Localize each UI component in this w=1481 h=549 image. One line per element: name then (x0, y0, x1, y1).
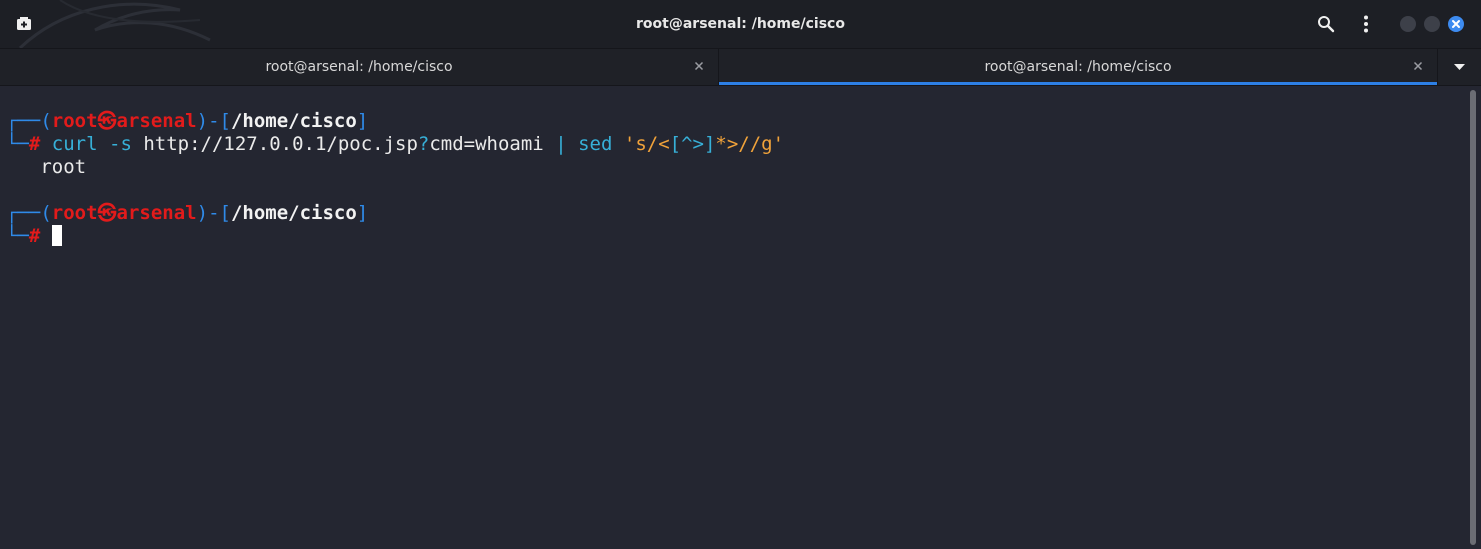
prompt-line-2: ┌──(root㉿arsenal)-[/home/cisco] (6, 202, 369, 224)
search-icon[interactable] (1316, 14, 1336, 34)
tab-close-icon[interactable] (692, 59, 706, 73)
kali-dragon-logo (18, 0, 211, 48)
command-line: └─# curl -s http://127.0.0.1/poc.jsp?cmd… (6, 133, 785, 155)
title-bar[interactable]: root@arsenal: /home/cisco (0, 0, 1481, 49)
command-output: root (40, 156, 87, 178)
scrollbar[interactable] (1466, 86, 1481, 549)
tab-close-icon[interactable] (1411, 59, 1425, 73)
text-cursor (51, 225, 62, 246)
input-line[interactable]: └─# (6, 225, 62, 248)
terminal-output[interactable]: ┌──(root㉿arsenal)-[/home/cisco] └─# curl… (0, 86, 1466, 549)
tab-1[interactable]: root@arsenal: /home/cisco (0, 49, 719, 85)
chevron-down-icon[interactable] (1438, 49, 1481, 85)
active-tab-indicator (719, 82, 1437, 85)
scrollbar-thumb[interactable] (1470, 90, 1476, 545)
tab-bar: root@arsenal: /home/cisco root@arsenal: … (0, 49, 1481, 86)
prompt-line-1: ┌──(root㉿arsenal)-[/home/cisco] (6, 110, 369, 132)
tab-2-active[interactable]: root@arsenal: /home/cisco (719, 49, 1438, 85)
kebab-menu-icon[interactable] (1356, 14, 1376, 34)
close-window-button[interactable] (1448, 16, 1464, 32)
tab-label: root@arsenal: /home/cisco (265, 59, 453, 75)
new-tab-icon[interactable] (14, 14, 34, 34)
tab-label: root@arsenal: /home/cisco (984, 59, 1172, 75)
minimize-button[interactable] (1400, 16, 1416, 32)
maximize-button[interactable] (1424, 16, 1440, 32)
terminal-window: root@arsenal: /home/cisco root@arsenal: … (0, 0, 1481, 549)
close-icon (1452, 20, 1460, 28)
